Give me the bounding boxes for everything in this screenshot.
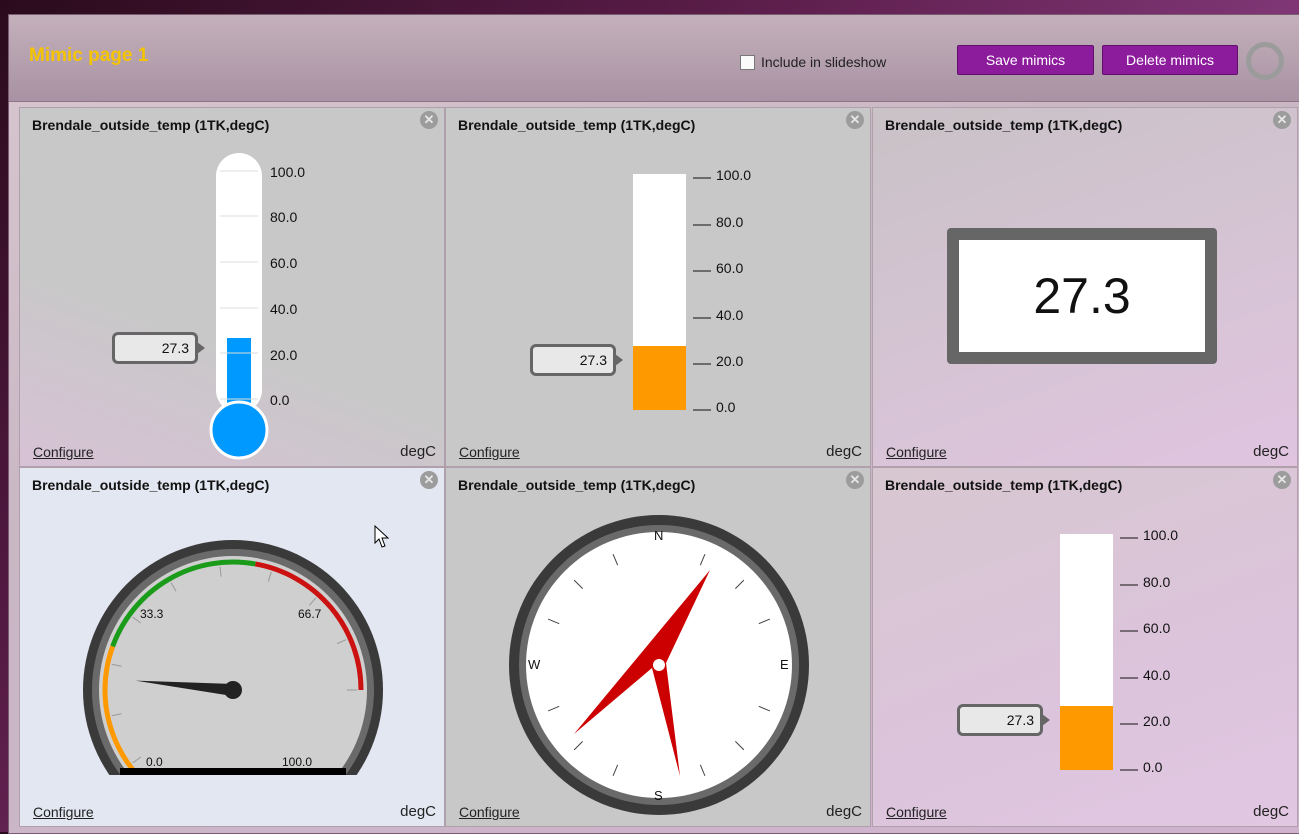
dial-label: 66.7 (298, 607, 322, 621)
mimic-panel-bar: Brendale_outside_temp (1TK,degC) ✕ 100.0… (445, 107, 871, 467)
compass-label: S (654, 788, 663, 803)
unit-label: degC (826, 803, 862, 820)
page-title: Mimic page 1 (29, 45, 149, 66)
mimic-panel-compass: Brendale_outside_temp (1TK,degC) ✕ N E S… (445, 467, 871, 827)
tick-label: 20.0 (716, 353, 744, 369)
mimic-toolbar: Mimic page 1 Include in slideshow Save m… (9, 15, 1299, 102)
slideshow-label: Include in slideshow (761, 54, 887, 70)
compass-label: W (528, 657, 541, 672)
tick-label: 0.0 (1143, 759, 1163, 775)
tick-label: 80.0 (716, 214, 744, 230)
configure-link[interactable]: Configure (33, 804, 94, 820)
tick-label: 40.0 (270, 301, 298, 317)
tick-label: 40.0 (1143, 667, 1171, 683)
mouse-pointer-icon (374, 525, 390, 548)
delete-mimics-button[interactable]: Delete mimics (1102, 45, 1238, 75)
unit-label: degC (1253, 443, 1289, 460)
bar-graphic (1060, 534, 1138, 771)
close-icon[interactable]: ✕ (1273, 111, 1291, 129)
configure-link[interactable]: Configure (459, 444, 520, 460)
numeric-display: 27.3 (947, 228, 1217, 364)
compass-hub (653, 659, 665, 671)
bar-graphic (633, 174, 711, 411)
panel-title: Brendale_outside_temp (1TK,degC) (885, 117, 1123, 133)
loading-ring-icon (1246, 42, 1284, 80)
thermometer-graphic (209, 153, 269, 460)
dial-hub (224, 681, 242, 699)
unit-label: degC (400, 443, 436, 460)
mimic-panel-thermometer: Brendale_outside_temp (1TK,degC) ✕ 100.0… (19, 107, 445, 467)
tick-label: 0.0 (716, 399, 736, 415)
save-mimics-button[interactable]: Save mimics (957, 45, 1094, 75)
unit-label: degC (1253, 803, 1289, 820)
configure-link[interactable]: Configure (33, 444, 94, 460)
tick-label: 100.0 (1143, 527, 1179, 543)
dial-label: 33.3 (140, 607, 164, 621)
tick-label: 40.0 (716, 307, 744, 323)
tick-label: 0.0 (270, 392, 290, 408)
mimic-frame: Mimic page 1 Include in slideshow Save m… (8, 14, 1299, 834)
thermometer-bulb (209, 400, 269, 460)
tick-label: 80.0 (1143, 574, 1171, 590)
tick-label: 60.0 (1143, 620, 1171, 636)
compass-label: E (780, 657, 789, 672)
tick-label: 60.0 (270, 255, 298, 271)
compass-label: N (654, 528, 664, 543)
mimic-panel-bar-2: Brendale_outside_temp (1TK,degC) ✕ 100.0… (872, 467, 1298, 827)
tick-label: 20.0 (270, 347, 298, 363)
configure-link[interactable]: Configure (886, 444, 947, 460)
value-callout: 27.3 (957, 704, 1050, 736)
slideshow-checkbox[interactable] (740, 54, 755, 70)
dial-label: 100.0 (282, 755, 313, 769)
tick-label: 20.0 (1143, 713, 1171, 729)
tick-label: 60.0 (716, 260, 744, 276)
tick-label: 80.0 (270, 209, 298, 225)
slideshow-toggle[interactable]: Include in slideshow (740, 54, 886, 70)
unit-label: degC (826, 443, 862, 460)
configure-link[interactable]: Configure (886, 804, 947, 820)
bar-fill (633, 346, 686, 410)
compass-graphic (509, 515, 809, 815)
dial-label: 0.0 (146, 755, 163, 769)
value-callout: 27.3 (112, 332, 205, 364)
unit-label: degC (400, 803, 436, 820)
bar-fill (1060, 706, 1113, 770)
tick-label: 100.0 (270, 164, 306, 180)
dial-tick (171, 789, 176, 798)
mimic-panel-dial: Brendale_outside_temp (1TK,degC) ✕ 33.3 … (19, 467, 445, 827)
tick-label: 100.0 (716, 167, 752, 183)
mimic-panel-numeric: Brendale_outside_temp (1TK,degC) ✕ 27.3 … (872, 107, 1298, 467)
dial-graphic (83, 540, 383, 798)
configure-link[interactable]: Configure (459, 804, 520, 820)
value-callout: 27.3 (530, 344, 623, 376)
